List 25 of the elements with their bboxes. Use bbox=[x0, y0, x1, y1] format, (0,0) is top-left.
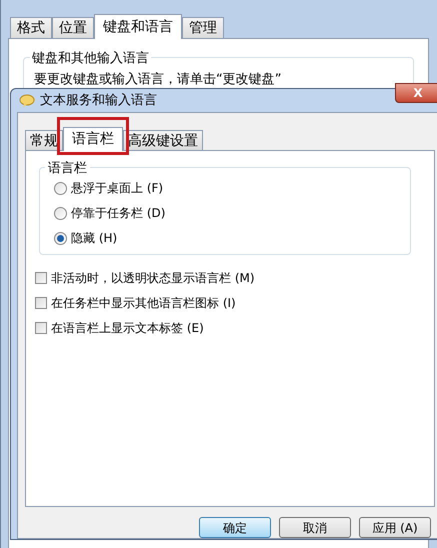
radio-button[interactable] bbox=[54, 206, 67, 220]
tab[interactable]: 语言栏 bbox=[63, 127, 123, 151]
tab[interactable]: 键盘和语言 bbox=[94, 14, 182, 39]
checkbox-label: 非活动时，以透明状态显示语言栏 (M) bbox=[51, 270, 255, 286]
checkbox-label: 在任务栏中显示其他语言栏图标 (I) bbox=[51, 294, 236, 312]
radio-label: 隐藏 (H) bbox=[71, 230, 118, 247]
radio-button[interactable] bbox=[54, 182, 67, 194]
tab[interactable]: 位置 bbox=[52, 17, 94, 38]
dialog-button[interactable]: 确定 bbox=[199, 517, 271, 538]
tab[interactable]: 格式 bbox=[10, 17, 52, 38]
tab[interactable]: 常规 bbox=[25, 130, 63, 150]
checkbox[interactable] bbox=[35, 272, 47, 284]
dialog-button[interactable]: 应用 (A) bbox=[359, 517, 431, 538]
tab[interactable]: 高级键设置 bbox=[123, 130, 203, 150]
radio-label: 悬浮于桌面上 (F) bbox=[71, 180, 164, 197]
radio-label: 停靠于任务栏 (D) bbox=[71, 205, 166, 222]
checkbox[interactable] bbox=[35, 296, 47, 308]
speech-bubble-icon bbox=[19, 94, 35, 108]
radio-button[interactable] bbox=[54, 232, 67, 244]
instruction-text: 要更改键盘或输入语言，请单击“更改键盘” bbox=[34, 71, 282, 89]
checkbox-label: 在语言栏上显示文本标签 (E) bbox=[51, 320, 204, 336]
checkbox[interactable] bbox=[35, 322, 47, 334]
dialog-button[interactable]: 取消 bbox=[279, 517, 351, 538]
tab[interactable]: 管理 bbox=[182, 17, 224, 38]
dialog-title: 文本服务和输入语言 bbox=[40, 92, 157, 110]
